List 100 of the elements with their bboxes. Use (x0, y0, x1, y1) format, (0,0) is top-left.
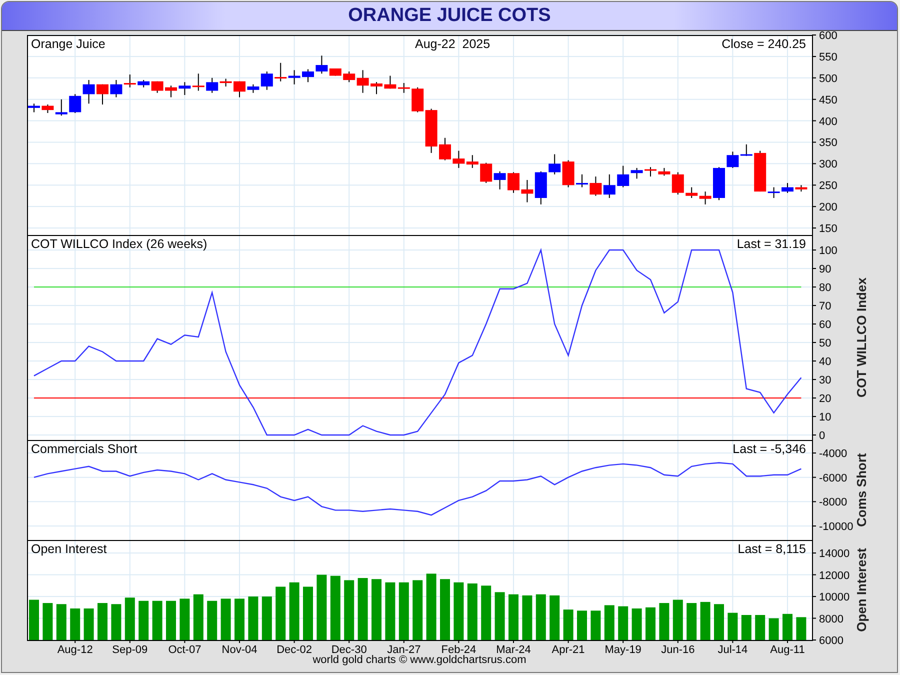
axis-label: 80 (819, 282, 832, 294)
bar (494, 592, 505, 640)
candle (192, 73, 204, 92)
panel-title: COT WILLCO Index (26 weeks) (31, 237, 208, 251)
candle (548, 154, 561, 175)
axis-label: Dec-02 (276, 644, 312, 656)
candle (644, 166, 656, 178)
bar (234, 598, 244, 640)
bar (618, 606, 628, 640)
axis-label: 150 (819, 223, 838, 235)
axis-label: Jun-16 (661, 644, 695, 656)
axis-label: 12000 (819, 570, 850, 582)
panel-title: Open Interest (31, 542, 107, 556)
axis-label: May-19 (604, 644, 642, 656)
axis-label: Aug-11 (770, 644, 805, 656)
bar (796, 617, 806, 640)
axis-label: Jul-14 (718, 644, 748, 656)
axis-label: -6000 (819, 472, 848, 484)
bar (98, 603, 108, 640)
bar (385, 582, 396, 640)
candle (795, 184, 808, 192)
bar (550, 595, 560, 640)
axis-label: 250 (819, 180, 838, 192)
bar (262, 596, 272, 640)
candle (686, 186, 698, 198)
bar (180, 598, 190, 640)
axis-title: Open Interest (854, 548, 869, 632)
bar (372, 579, 382, 640)
candle (726, 151, 739, 168)
axis-label: 50 (819, 338, 832, 350)
panel-title: Commercials Short (31, 442, 138, 456)
axis-label: Apr-21 (552, 644, 585, 656)
last-value: Last = 31.19 (736, 237, 806, 251)
bar (577, 610, 587, 640)
axis-label: 0 (819, 430, 826, 442)
axis-label: 600 (819, 30, 838, 42)
bar (412, 580, 423, 640)
axis-label: 90 (819, 264, 832, 276)
chart-date: Aug-22 2025 (415, 37, 490, 51)
axis-label: Feb-24 (441, 644, 476, 656)
candle (302, 68, 314, 83)
axis-label: 30 (819, 374, 832, 386)
bar (124, 598, 135, 640)
candle (740, 144, 752, 156)
last-value: Last = 8,115 (738, 542, 806, 556)
bar (303, 586, 313, 640)
axis-label: Sep-09 (112, 644, 148, 656)
candle (439, 137, 451, 161)
candle (110, 80, 122, 98)
axis-label: 500 (819, 72, 838, 85)
candle (82, 80, 95, 104)
bar (344, 580, 354, 640)
axis-label: Dec-30 (331, 644, 367, 656)
candle (576, 174, 588, 188)
candle (96, 84, 108, 105)
bar (604, 605, 614, 640)
axis-label: Aug-12 (57, 644, 93, 656)
chart-title: ORANGE JUICE COTS (348, 4, 551, 28)
bar (426, 574, 436, 640)
candle (713, 166, 725, 201)
axis-label: 6000 (819, 635, 844, 647)
candle (234, 80, 246, 98)
candle (494, 170, 506, 190)
bar (755, 614, 766, 640)
axis-label: 400 (819, 116, 838, 128)
axis-label: 40 (819, 356, 832, 368)
bar (563, 610, 574, 640)
candle (699, 191, 712, 205)
axis-label: Mar-24 (496, 644, 531, 656)
bar (659, 603, 670, 640)
bar (70, 608, 80, 640)
bar (481, 586, 492, 640)
candle (398, 82, 410, 94)
panel-title: Orange Juice (31, 37, 106, 51)
axis-label: 350 (819, 137, 838, 150)
candle (274, 62, 287, 82)
axis-label: 550 (819, 51, 838, 64)
footer-credit: world gold charts © www.goldchartsrus.com (312, 654, 526, 667)
bar (111, 604, 122, 640)
candle (165, 85, 177, 98)
candle (782, 182, 794, 194)
candle (69, 94, 82, 114)
last-value: Last = -5,346 (732, 442, 806, 456)
bar (646, 607, 656, 640)
candle (384, 75, 396, 90)
candle (466, 154, 478, 168)
bar (714, 604, 724, 640)
bar (138, 600, 149, 640)
bar (454, 582, 464, 640)
axis-label: 300 (819, 158, 838, 171)
bar (248, 596, 258, 640)
candle (452, 150, 465, 168)
axis-label: 200 (819, 202, 838, 214)
axis-label: 10000 (819, 592, 850, 604)
axis-label: 20 (819, 393, 832, 405)
bar (166, 600, 176, 640)
bar (728, 612, 738, 640)
candle (480, 162, 492, 184)
bar (29, 600, 39, 640)
bar (782, 614, 792, 640)
